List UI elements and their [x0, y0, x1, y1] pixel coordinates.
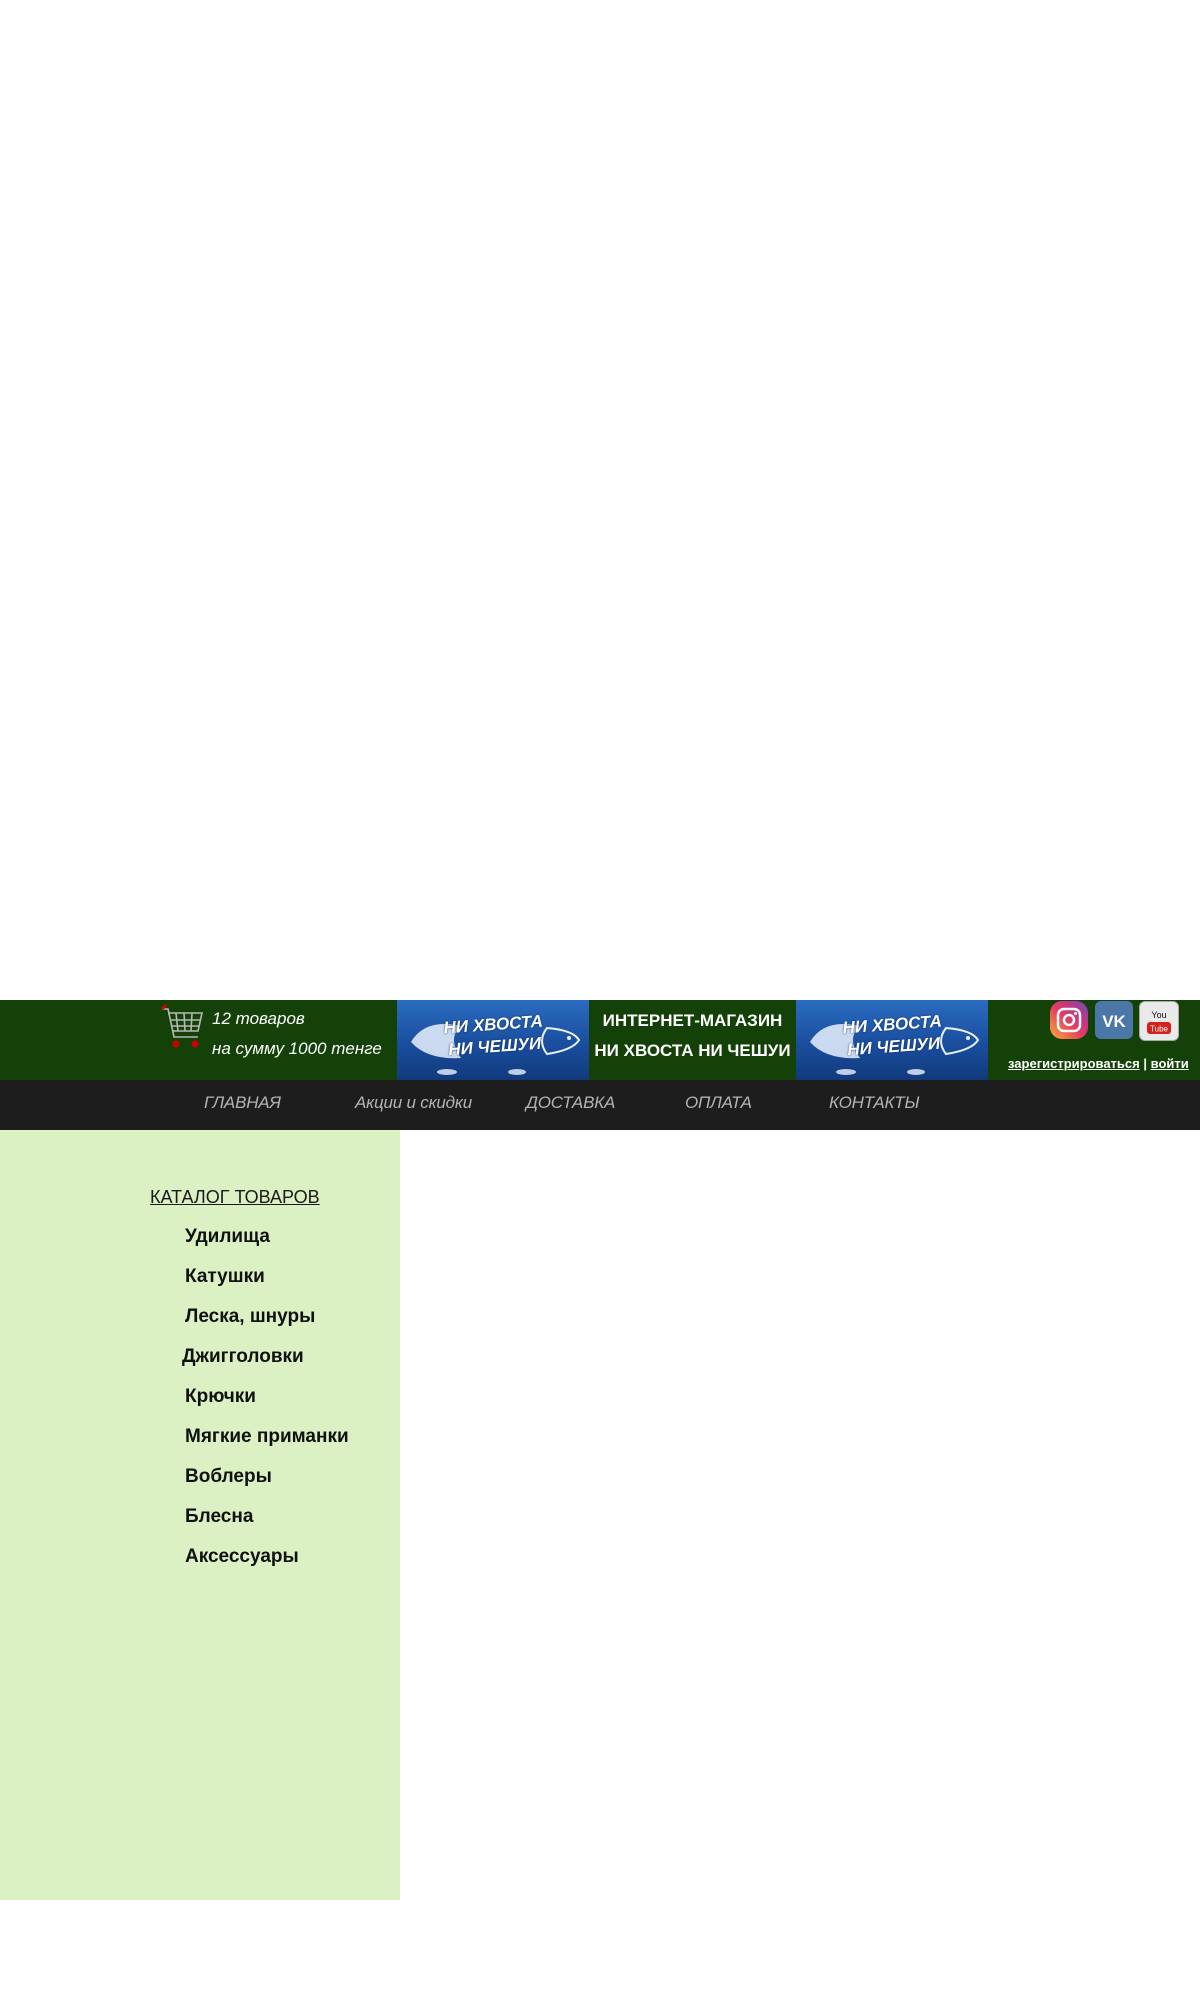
- svg-text:You: You: [1151, 1010, 1166, 1020]
- catalog-item-lines[interactable]: Леска, шнуры: [185, 1306, 315, 1328]
- nav-item-promotions[interactable]: Акции и скидки: [355, 1093, 472, 1113]
- vk-icon-label: VK: [1102, 1012, 1126, 1031]
- shop-title-line2: НИ ХВОСТА НИ ЧЕШУИ: [594, 1041, 791, 1060]
- catalog-item-hooks[interactable]: Крючки: [185, 1386, 256, 1408]
- nav-item-delivery[interactable]: ДОСТАВКА: [526, 1093, 615, 1113]
- shop-title-line1: ИНТЕРНЕТ-МАГАЗИН: [602, 1011, 783, 1030]
- catalog-item-rods[interactable]: Удилища: [185, 1226, 270, 1248]
- shopping-cart-icon[interactable]: [158, 1001, 206, 1057]
- catalog-title[interactable]: КАТАЛОГ ТОВАРОВ: [150, 1187, 320, 1208]
- nav-item-contacts[interactable]: КОНТАКТЫ: [829, 1093, 920, 1113]
- catalog-item-accessories[interactable]: Аксессуары: [185, 1546, 299, 1568]
- svg-text:Tube: Tube: [1150, 1025, 1168, 1034]
- catalog-item-wobblers[interactable]: Воблеры: [185, 1466, 272, 1488]
- nav-item-home[interactable]: ГЛАВНАЯ: [204, 1093, 281, 1113]
- cart-items-count: 12 товаров: [212, 1009, 305, 1028]
- youtube-icon[interactable]: You Tube: [1139, 1001, 1179, 1041]
- catalog-item-soft-baits[interactable]: Мягкие приманки: [185, 1426, 349, 1448]
- cart-summary[interactable]: 12 товаров на сумму 1000 тенге: [212, 1004, 382, 1064]
- vk-icon[interactable]: VK: [1095, 1001, 1133, 1039]
- logo-banner-left: НИ ХВОСТА НИ ЧЕШУИ: [397, 1000, 589, 1080]
- catalog-item-spoons[interactable]: Блесна: [185, 1506, 253, 1528]
- catalog-item-reels[interactable]: Катушки: [185, 1266, 265, 1288]
- instagram-icon[interactable]: [1050, 1001, 1088, 1039]
- nav-item-payment[interactable]: ОПЛАТА: [685, 1093, 752, 1113]
- auth-separator: |: [1143, 1056, 1147, 1071]
- login-link[interactable]: войти: [1151, 1056, 1189, 1071]
- banner-logo-text: НИ ХВОСТА НИ ЧЕШУИ: [841, 1011, 943, 1060]
- auth-links: зарегистрироваться | войти: [1008, 1056, 1189, 1071]
- shop-title: ИНТЕРНЕТ-МАГАЗИН НИ ХВОСТА НИ ЧЕШУИ: [591, 1006, 794, 1066]
- cart-sum: на сумму 1000 тенге: [212, 1039, 382, 1058]
- banner-logo-text: НИ ХВОСТА НИ ЧЕШУИ: [442, 1011, 544, 1060]
- logo-banner-right: НИ ХВОСТА НИ ЧЕШУИ: [796, 1000, 988, 1080]
- register-link[interactable]: зарегистрироваться: [1008, 1056, 1140, 1071]
- catalog-item-jigheads[interactable]: Джигголовки: [182, 1346, 304, 1368]
